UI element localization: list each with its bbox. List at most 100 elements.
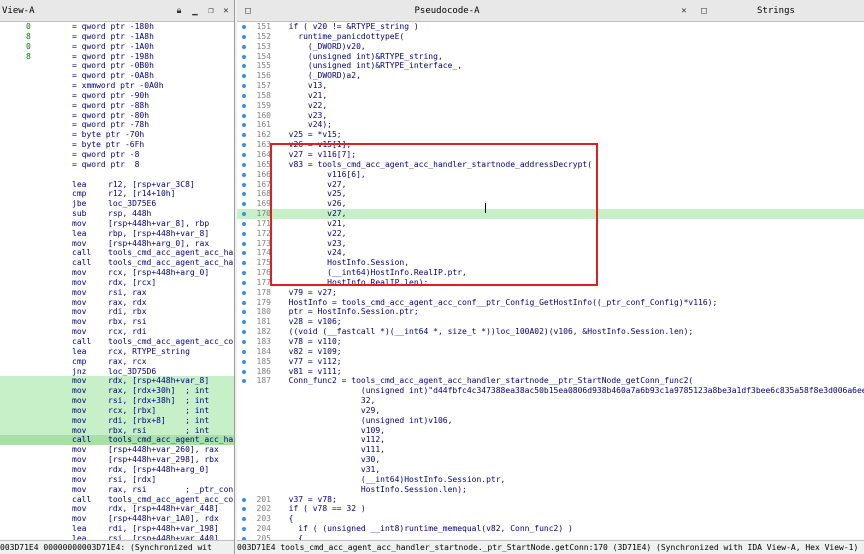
pseudocode-line[interactable]: 168 v25, [237, 189, 864, 199]
pseudocode-line[interactable]: 178 v79 = v27; [237, 288, 864, 298]
breakpoint-dot-icon[interactable] [242, 143, 246, 148]
pseudocode-tab-title[interactable]: Pseudocode-A [237, 0, 657, 22]
breakpoint-dot-icon[interactable] [242, 25, 246, 29]
pseudocode-line[interactable]: 185 v77 = v112; [237, 357, 864, 367]
disasm-line[interactable]: call tools_cmd_acc_agent_acc_ha [0, 248, 234, 258]
pseudocode-line[interactable]: 201 v37 = v78; [237, 495, 864, 505]
breakpoint-dot-icon[interactable] [242, 251, 246, 256]
pseudocode-line[interactable]: 171 v21, [237, 219, 864, 229]
pseudocode-line[interactable]: v109, [237, 426, 864, 436]
pseudocode-line[interactable]: 163 v26 = v15[1]; [237, 140, 864, 150]
ida-view-pane[interactable]: View-A 🔒︎ ▁ ❐ ✕ 0 = qword ptr -180h 8 = qwo… [0, 0, 235, 554]
pseudocode-line[interactable]: 173 v23, [237, 239, 864, 249]
breakpoint-dot-icon[interactable] [242, 64, 246, 69]
breakpoint-dot-icon[interactable] [242, 172, 246, 177]
disasm-line[interactable]: lea rcx, RTYPE_string [0, 347, 234, 357]
pseudocode-line[interactable]: 186 v81 = v111; [237, 367, 864, 377]
disasm-line[interactable]: lea r12, [rsp+var_3C8] [0, 180, 234, 190]
pseudocode-line[interactable]: 169 v26, [237, 199, 864, 209]
breakpoint-dot-icon[interactable] [242, 271, 246, 276]
disasm-line[interactable]: mov rax, rsi ; _ptr_con [0, 485, 234, 495]
disasm-line[interactable]: 0 = qword ptr -180h [0, 22, 234, 32]
breakpoint-dot-icon[interactable] [242, 330, 246, 335]
disasm-line[interactable]: mov rbx, rsi [0, 317, 234, 327]
strings-tab-title[interactable]: Strings [757, 0, 795, 22]
disasm-line[interactable]: = qword ptr -0A8h [0, 71, 234, 81]
pseudocode-line[interactable]: 203 { [237, 514, 864, 524]
disasm-line[interactable]: 0 = qword ptr -1A0h [0, 42, 234, 52]
pseudocode-line[interactable]: 159 v22, [237, 101, 864, 111]
disasm-line[interactable]: 8 = qword ptr -1A8h [0, 32, 234, 42]
breakpoint-dot-icon[interactable] [242, 280, 246, 285]
pseudocode-line[interactable]: 181 v28 = v106; [237, 317, 864, 327]
disasm-line[interactable]: mov rdx, [rcx] [0, 278, 234, 288]
disasm-line[interactable]: call tools_cmd_acc_agent_acc_ha [0, 258, 234, 268]
breakpoint-dot-icon[interactable] [242, 152, 246, 157]
breakpoint-dot-icon[interactable] [242, 507, 246, 512]
breakpoint-dot-icon[interactable] [242, 241, 246, 246]
breakpoint-dot-icon[interactable] [242, 310, 246, 315]
disasm-line[interactable] [0, 170, 234, 180]
disasm-line[interactable]: mov [rsp+448h+var_260], rax [0, 445, 234, 455]
pseudocode-line[interactable]: 151 if ( v20 != &RTYPE_string ) [237, 22, 864, 32]
breakpoint-dot-icon[interactable] [242, 369, 246, 374]
breakpoint-dot-icon[interactable] [242, 54, 246, 59]
pseudocode-line[interactable]: 174 v24, [237, 248, 864, 258]
disasm-line[interactable]: mov rcx, rdi [0, 327, 234, 337]
disasm-line[interactable]: lea rdi, [rsp+448h+var_198] [0, 524, 234, 534]
disasm-line[interactable]: mov rbx, rsi ; int [0, 425, 234, 436]
disasm-line[interactable]: mov rcx, [rbx] ; int [0, 405, 234, 416]
pseudocode-line[interactable]: HostInfo.Session.len); [237, 485, 864, 495]
breakpoint-dot-icon[interactable] [242, 290, 246, 295]
disasm-line[interactable]: call tools_cmd_acc_agent_acc_co [0, 337, 234, 347]
breakpoint-dot-icon[interactable] [242, 379, 246, 384]
breakpoint-dot-icon[interactable] [242, 517, 246, 522]
disasm-line[interactable]: mov [rsp+448h+var_8], rbp [0, 219, 234, 229]
disasm-line[interactable]: mov rsi, rax [0, 288, 234, 298]
pseudocode-line[interactable]: 183 v78 = v110; [237, 337, 864, 347]
breakpoint-dot-icon[interactable] [242, 261, 246, 266]
pseudocode-line[interactable]: 153 (_DWORD)v20, [237, 42, 864, 52]
pseudocode-line[interactable]: 182 ((void (__fastcall *)(__int64 *, siz… [237, 327, 864, 337]
disasm-line[interactable]: = qword ptr 8 [0, 160, 234, 170]
minimize-icon[interactable]: ▁ [188, 4, 202, 18]
disasm-line[interactable]: mov rsi, [rdx] [0, 475, 234, 485]
disasm-line[interactable]: = byte ptr -70h [0, 130, 234, 140]
disasm-line[interactable]: mov [rsp+448h+arg_0], rax [0, 239, 234, 249]
pseudocode-line[interactable]: 152 runtime_panicdottypeE( [237, 32, 864, 42]
pseudocode-line[interactable]: v111, [237, 445, 864, 455]
pseudocode-line[interactable]: 32, [237, 396, 864, 406]
disasm-line[interactable]: mov rdx, [rsp+448h+var_448] [0, 504, 234, 514]
breakpoint-dot-icon[interactable] [242, 113, 246, 118]
pseudocode-line[interactable]: 157 v13, [237, 81, 864, 91]
restore-icon[interactable]: ❐ [204, 4, 218, 18]
breakpoint-dot-icon[interactable] [242, 221, 246, 226]
pseudocode-line[interactable]: 161 v24); [237, 120, 864, 130]
pseudocode-line[interactable]: 165 v83 = tools_cmd_acc_agent_acc_handle… [237, 160, 864, 170]
breakpoint-dot-icon[interactable] [242, 212, 246, 217]
disasm-line[interactable]: = qword ptr -78h [0, 120, 234, 130]
disassembly-listing[interactable]: 0 = qword ptr -180h 8 = qword ptr -1A8h 0 = q… [0, 22, 234, 541]
breakpoint-dot-icon[interactable] [242, 93, 246, 98]
pseudocode-line[interactable]: 176 (__int64)HostInfo.RealIP.ptr, [237, 268, 864, 278]
disasm-line[interactable]: = qword ptr -0B0h [0, 61, 234, 71]
breakpoint-dot-icon[interactable] [242, 182, 246, 187]
breakpoint-dot-icon[interactable] [242, 497, 246, 502]
disasm-line[interactable]: jnz loc_3D75D6 [0, 367, 234, 377]
breakpoint-dot-icon[interactable] [242, 202, 246, 207]
pseudocode-line[interactable]: 155 (unsigned int)&RTYPE_interface_, [237, 61, 864, 71]
breakpoint-dot-icon[interactable] [242, 44, 246, 49]
pseudocode-close-icon[interactable]: ✕ [677, 4, 691, 18]
breakpoint-dot-icon[interactable] [242, 34, 246, 39]
pseudocode-line[interactable]: (__int64)HostInfo.Session.ptr, [237, 475, 864, 485]
disasm-line[interactable]: = byte ptr -6Fh [0, 140, 234, 150]
breakpoint-dot-icon[interactable] [242, 527, 246, 532]
disasm-line[interactable]: = qword ptr -88h [0, 101, 234, 111]
pseudocode-line[interactable]: 187 Conn_func2 = tools_cmd_acc_agent_acc… [237, 376, 864, 386]
pseudocode-line[interactable]: v31, [237, 465, 864, 475]
pseudocode-line[interactable]: (unsigned int)v106, [237, 416, 864, 426]
pseudocode-line[interactable]: 175 HostInfo.Session, [237, 258, 864, 268]
pseudocode-line[interactable]: v29, [237, 406, 864, 416]
pseudocode-line[interactable]: 177 HostInfo.RealIP.len); [237, 278, 864, 288]
disasm-line[interactable]: 8 = qword ptr -198h [0, 52, 234, 62]
